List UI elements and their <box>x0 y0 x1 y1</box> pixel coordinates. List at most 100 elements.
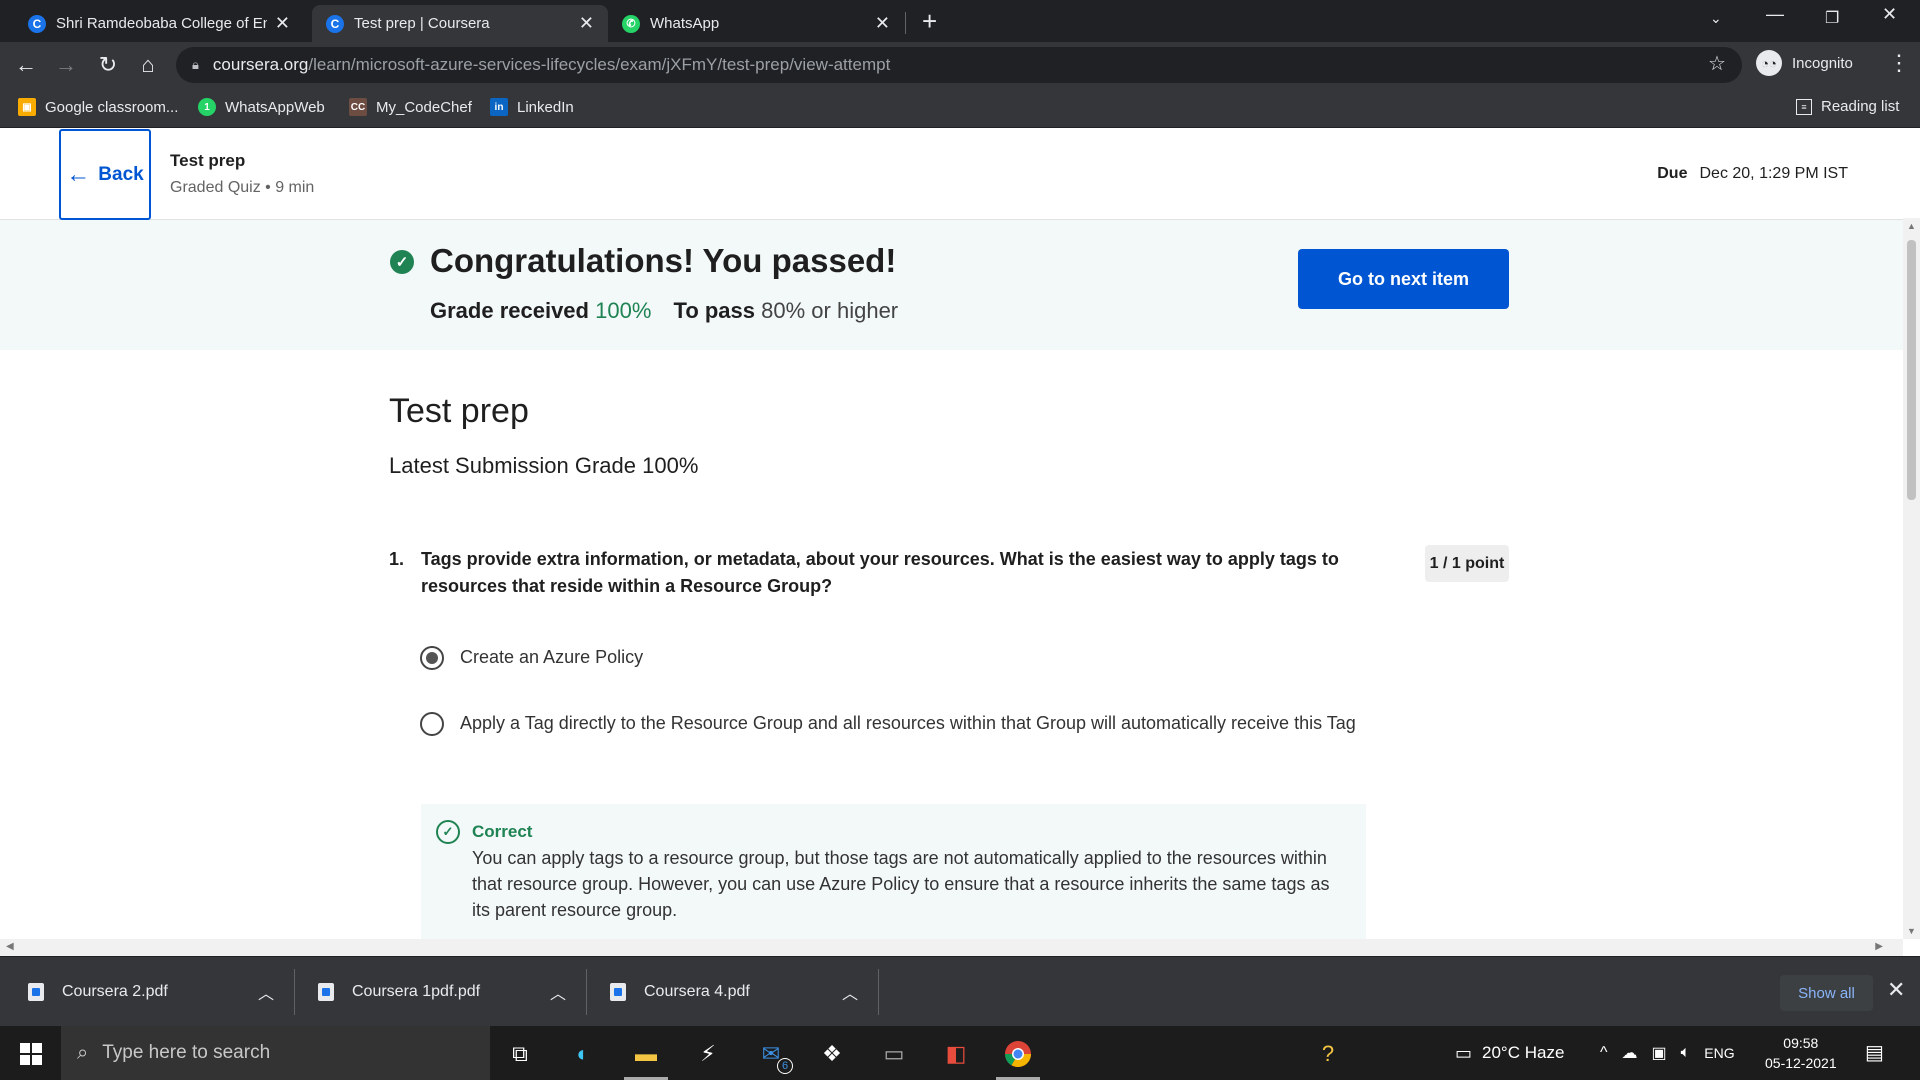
bookmark-whatsappweb[interactable]: 1 WhatsAppWeb <box>198 98 325 116</box>
latest-submission-grade: Latest Submission Grade 100% <box>389 453 699 478</box>
bookmark-codechef[interactable]: CC My_CodeChef <box>349 98 472 116</box>
mail-icon[interactable]: ✉ 6 <box>755 1038 793 1074</box>
pdf-file-icon <box>318 983 334 1001</box>
chrome-icon[interactable] <box>996 1038 1040 1080</box>
clock-date: 05-12-2021 <box>1765 1055 1837 1071</box>
pdf-file-icon <box>610 983 626 1001</box>
back-arrow-icon: ← <box>66 160 91 188</box>
onedrive-icon[interactable]: ☁ <box>1622 1043 1638 1063</box>
task-view-icon[interactable]: ⧉ <box>504 1038 536 1070</box>
due-date: Due Dec 20, 1:29 PM IST <box>1657 165 1848 183</box>
restore-window-icon[interactable]: ❐ <box>1825 8 1839 28</box>
address-bar[interactable]: 🔒︎ coursera.org/learn/microsoft-azure-se… <box>176 47 1742 83</box>
back-arrow-icon[interactable]: ← <box>12 52 40 78</box>
pass-value: 80% or higher <box>761 298 899 323</box>
search-placeholder: Type here to search <box>102 1042 271 1063</box>
help-icon[interactable]: ? <box>1312 1038 1344 1070</box>
coursera-page: ← Back Test prep Graded Quiz • 9 min Due… <box>0 129 1903 939</box>
bookmark-linkedin[interactable]: in LinkedIn <box>490 98 574 116</box>
chevron-up-icon[interactable]: ^ <box>1600 1044 1608 1062</box>
download-filename: Coursera 2.pdf <box>62 983 168 1000</box>
download-item[interactable]: Coursera 1pdf.pdf <box>318 957 480 1027</box>
sublime-text-icon[interactable]: ⚡︎ <box>692 1038 724 1070</box>
codechef-icon: CC <box>349 98 367 116</box>
close-tab-icon[interactable]: ✕ <box>275 13 290 34</box>
tab-separator <box>905 12 906 34</box>
system-tray-icons[interactable]: ^ ☁ ▣ 🔈︎ ENG <box>1600 1026 1735 1080</box>
go-to-next-item-button[interactable]: Go to next item <box>1298 249 1509 309</box>
browser-tab-strip: C Shri Ramdeobaba College of Eng ✕ C Tes… <box>0 0 1920 42</box>
new-tab-button[interactable]: + <box>922 6 937 37</box>
show-all-downloads-button[interactable]: Show all <box>1780 975 1873 1011</box>
office-icon[interactable]: ◧ <box>940 1038 972 1070</box>
taskbar-search-box[interactable]: ⌕ Type here to search <box>61 1026 490 1080</box>
horizontal-scrollbar[interactable]: ◀ ▶ <box>0 939 1903 956</box>
mail-badge: 6 <box>777 1058 793 1074</box>
file-explorer-icon[interactable]: ▬ <box>624 1038 668 1080</box>
chevron-up-icon[interactable]: ︿ <box>258 957 274 1027</box>
language-indicator[interactable]: ENG <box>1704 1045 1734 1061</box>
download-separator <box>294 969 295 1015</box>
chevron-up-icon[interactable]: ︿ <box>842 957 858 1027</box>
clock-time: 09:58 <box>1783 1035 1819 1051</box>
download-item[interactable]: Coursera 2.pdf <box>28 957 168 1027</box>
tab-search-chevron-icon[interactable]: ⌄ <box>1710 10 1722 27</box>
download-filename: Coursera 4.pdf <box>644 983 750 1000</box>
vertical-scrollbar[interactable]: ▲ ▼ <box>1903 218 1920 939</box>
question-number: 1. <box>389 549 405 569</box>
volume-icon[interactable]: 🔈︎ <box>1681 1044 1691 1062</box>
url-text: coursera.org/learn/microsoft-azure-servi… <box>212 55 891 74</box>
back-button[interactable]: ← Back <box>59 129 151 220</box>
search-icon: ⌕ <box>77 1041 89 1064</box>
sql-developer-icon[interactable]: ▭ <box>878 1038 910 1070</box>
browser-menu-icon[interactable]: ⋮ <box>1888 50 1910 76</box>
dropbox-icon[interactable]: ❖ <box>816 1038 848 1070</box>
page-title: Test prep <box>389 392 529 430</box>
tab-whatsapp[interactable]: ✆ WhatsApp ✕ <box>608 5 904 42</box>
reading-list-button[interactable]: ≡ Reading list <box>1796 98 1899 115</box>
download-filename: Coursera 1pdf.pdf <box>352 983 481 1000</box>
weather-widget[interactable]: ▭ 20°C Haze <box>1455 1026 1564 1080</box>
grade-summary: Grade received 100% To pass 80% or highe… <box>430 298 898 324</box>
radio-unselected-icon[interactable] <box>420 712 444 736</box>
windows-start-icon[interactable] <box>20 1043 42 1065</box>
scroll-down-icon[interactable]: ▼ <box>1907 926 1916 936</box>
bookmark-label: Google classroom... <box>45 98 179 116</box>
taskbar-clock[interactable]: 09:58 05-12-2021 <box>1765 1033 1837 1073</box>
close-window-icon[interactable]: ✕ <box>1882 4 1897 25</box>
edge-browser-icon[interactable]: ◐ <box>567 1038 599 1070</box>
lock-icon: 🔒︎ <box>192 57 199 72</box>
incognito-icon: ◔◔ <box>1756 50 1782 76</box>
incognito-label: Incognito <box>1792 54 1853 72</box>
scroll-left-icon[interactable]: ◀ <box>6 941 14 952</box>
bookmark-label: LinkedIn <box>517 98 574 116</box>
scrollbar-thumb[interactable] <box>1907 240 1916 500</box>
chevron-up-icon[interactable]: ︿ <box>550 957 566 1027</box>
answer-option[interactable]: Apply a Tag directly to the Resource Gro… <box>420 710 1360 737</box>
close-download-bar-icon[interactable]: ✕ <box>1887 977 1905 1003</box>
tab-test-prep[interactable]: C Test prep | Coursera ✕ <box>312 5 608 42</box>
whatsapp-favicon-icon: ✆ <box>622 14 640 33</box>
reload-icon[interactable]: ↻ <box>94 52 122 78</box>
scroll-up-icon[interactable]: ▲ <box>1907 221 1916 231</box>
close-tab-icon[interactable]: ✕ <box>875 13 890 34</box>
radio-selected-icon[interactable] <box>420 646 444 670</box>
download-item[interactable]: Coursera 4.pdf <box>610 957 750 1027</box>
close-tab-icon[interactable]: ✕ <box>579 13 594 34</box>
back-label: Back <box>98 163 144 185</box>
linkedin-icon: in <box>490 98 508 116</box>
home-icon[interactable]: ⌂ <box>134 52 162 78</box>
minimize-window-icon[interactable]: — <box>1766 4 1784 25</box>
network-icon[interactable]: ▣ <box>1652 1043 1667 1063</box>
tab-college[interactable]: C Shri Ramdeobaba College of Eng ✕ <box>14 5 304 42</box>
bookmark-star-icon[interactable]: ☆ <box>1708 51 1726 76</box>
answer-option[interactable]: Create an Azure Policy <box>420 644 1360 671</box>
coursera-favicon-icon: C <box>28 14 46 33</box>
scroll-right-icon[interactable]: ▶ <box>1875 941 1883 952</box>
reading-list-icon: ≡ <box>1796 98 1812 115</box>
bookmark-google-classroom[interactable]: ▣ Google classroom... <box>18 98 178 116</box>
notifications-icon[interactable]: ▤ <box>1865 1040 1884 1065</box>
forward-arrow-icon[interactable]: → <box>52 52 80 78</box>
incognito-indicator[interactable]: ◔◔ Incognito <box>1756 50 1853 76</box>
whatsapp-icon: 1 <box>198 98 216 116</box>
